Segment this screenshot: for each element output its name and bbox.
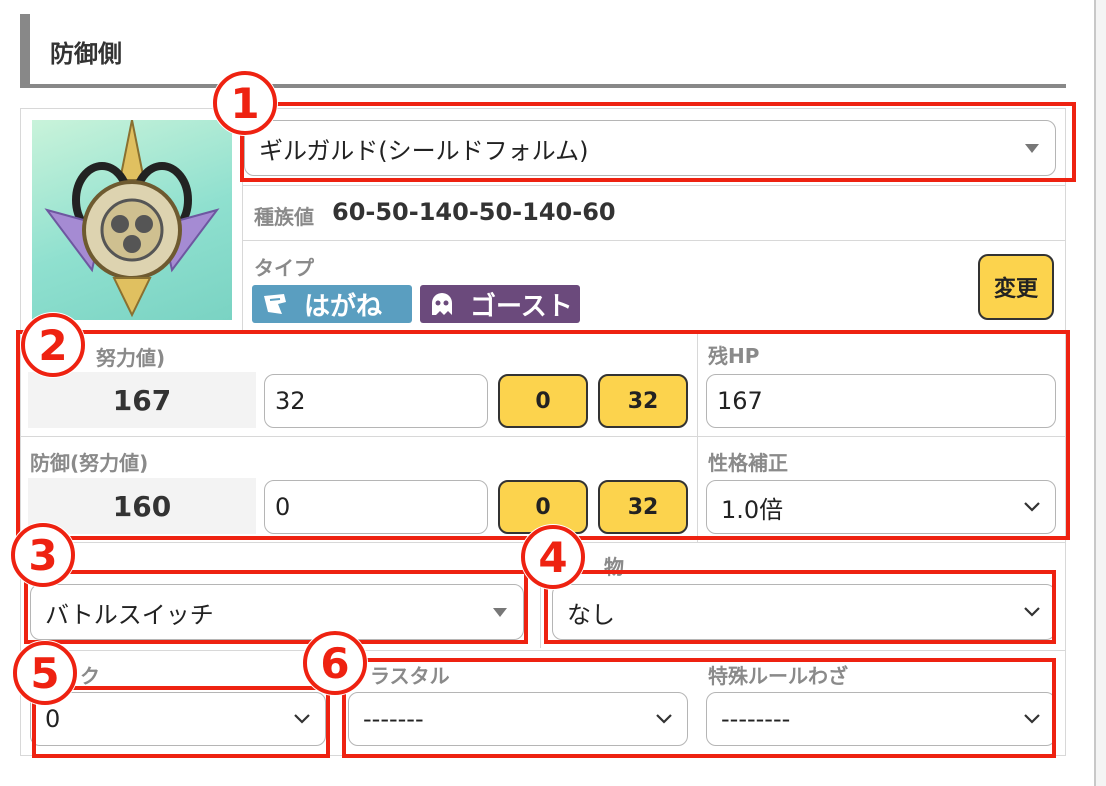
annotation-marker-6: 6 <box>302 630 368 696</box>
rank-label: ク <box>80 664 100 688</box>
item-label: 物 <box>604 555 624 579</box>
ability-select[interactable]: バトルスイッチ <box>30 584 524 640</box>
special-move-select[interactable]: -------- <box>706 692 1056 746</box>
divider <box>20 436 1065 437</box>
divider <box>697 330 698 542</box>
type-badge-ghost: ゴースト <box>420 285 580 323</box>
remaining-hp-label: 残HP <box>708 344 760 368</box>
divider <box>242 240 1065 241</box>
steel-type-icon <box>260 292 290 316</box>
dropdown-arrow-icon <box>493 607 507 617</box>
scrollbar[interactable] <box>1094 0 1106 786</box>
hp-ev-max-button[interactable]: 32 <box>598 374 688 428</box>
nature-select-value: 1.0倍 <box>721 495 784 524</box>
nature-label: 性格補正 <box>708 451 788 475</box>
divider <box>242 185 1065 186</box>
type-label: タイプ <box>254 256 314 280</box>
special-move-label: 特殊ルールわざ <box>708 664 848 688</box>
divider <box>242 120 243 330</box>
base-stats-value: 60-50-140-50-140-60 <box>332 198 616 226</box>
section-title: 防御側 <box>50 40 122 68</box>
type-badge-steel: はがね <box>252 285 412 323</box>
base-stats-label: 種族値 <box>254 205 314 229</box>
divider <box>20 650 1065 651</box>
type-name: ゴースト <box>470 291 573 322</box>
defense-ev-max-button[interactable]: 32 <box>598 480 688 534</box>
pokemon-select-value: ギルガルド(シールドフォルム) <box>259 136 589 165</box>
ghost-type-icon <box>428 291 456 317</box>
ability-select-value: バトルスイッチ <box>45 600 214 629</box>
pokemon-sprite <box>32 120 232 320</box>
dropdown-arrow-icon <box>1025 143 1039 153</box>
annotation-marker-2: 2 <box>20 312 86 378</box>
terastal-select[interactable]: ------- <box>348 692 688 746</box>
terastal-label: ラスタル <box>370 664 450 688</box>
nature-select[interactable]: 1.0倍 <box>706 480 1056 534</box>
rank-select-value: 0 <box>45 705 61 733</box>
chevron-down-icon <box>1023 501 1041 513</box>
terastal-select-value: ------- <box>363 705 424 733</box>
chevron-down-icon <box>293 713 311 725</box>
defense-ev-input[interactable]: 0 <box>264 480 488 534</box>
special-move-select-value: -------- <box>721 705 791 733</box>
hp-ev-input[interactable]: 32 <box>264 374 488 428</box>
defense-ev-label: 防御(努力値) <box>30 451 149 475</box>
chevron-down-icon <box>1023 606 1041 618</box>
section-header: 防御側 <box>20 14 1066 88</box>
hp-stat-value: 167 <box>28 372 256 428</box>
pokemon-select[interactable]: ギルガルド(シールドフォルム) <box>244 120 1056 176</box>
change-type-button[interactable]: 変更 <box>978 254 1054 320</box>
hp-ev-label: 努力値) <box>96 346 166 370</box>
annotation-marker-1: 1 <box>212 70 278 136</box>
item-select[interactable]: なし <box>552 584 1056 640</box>
hp-ev-min-button[interactable]: 0 <box>498 374 588 428</box>
remaining-hp-input[interactable]: 167 <box>706 374 1056 428</box>
chevron-down-icon <box>1023 713 1041 725</box>
annotation-marker-3: 3 <box>10 522 76 588</box>
annotation-marker-4: 4 <box>520 524 586 590</box>
item-select-value: なし <box>567 600 615 629</box>
chevron-down-icon <box>655 713 673 725</box>
type-name: はがね <box>304 291 383 322</box>
annotation-marker-5: 5 <box>12 640 78 706</box>
